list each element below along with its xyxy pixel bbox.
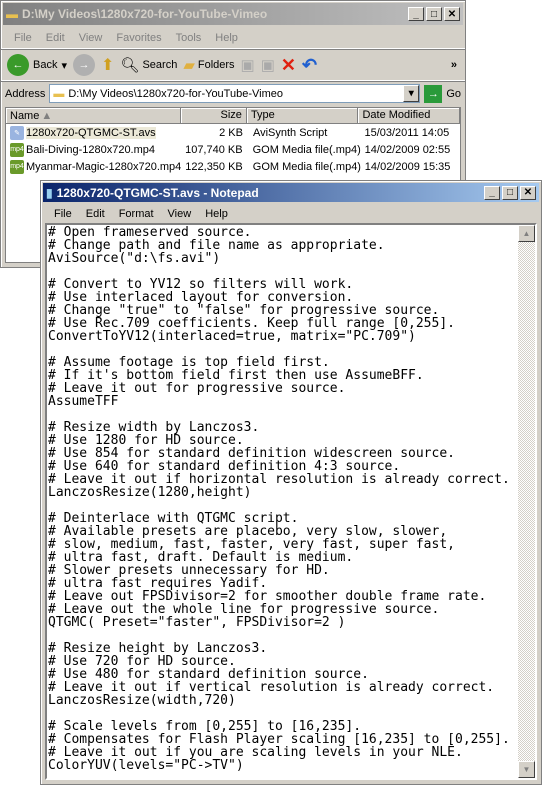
minimize-button[interactable]: _ [484,185,500,200]
folders-button[interactable]: ▰ Folders [183,56,234,74]
column-size[interactable]: Size [181,108,247,124]
search-label: Search [142,59,178,71]
column-type[interactable]: Type [246,108,359,124]
minimize-button[interactable]: _ [408,7,424,21]
file-type: AviSynth Script [252,126,328,139]
file-size: 107,740 KB [185,143,243,156]
copy-to-icon[interactable]: ▣ [261,56,275,74]
column-label: Name [10,109,40,122]
go-label: Go [446,87,461,100]
move-to-icon[interactable]: ▣ [241,56,255,74]
scroll-up-button[interactable]: ▲ [518,225,535,242]
close-button[interactable]: ✕ [444,7,460,21]
file-row[interactable]: ✎ 1280x720-QTGMC-ST.avs 2 KB AviSynth Scr… [6,124,460,141]
explorer-title-bar[interactable]: ▬ D:\My Videos\1280x720-for-YouTube-Vime… [3,3,463,25]
file-date: 15/03/2011 14:05 [364,126,450,139]
menu-file[interactable]: File [7,32,39,44]
column-name[interactable]: Name ▲ [6,108,182,124]
file-size: 122,350 KB [185,160,243,173]
mp4-icon: mp4 [10,142,24,157]
list-header: Name ▲ Size Type Date Modified [6,108,461,124]
column-date[interactable]: Date Modified [358,108,461,124]
notepad-title-bar[interactable]: ▮ 1280x720-QTGMC-ST.avs - Notepad _ □ ✕ [43,183,539,202]
address-input[interactable]: ▬ D:\My Videos\1280x720-for-YouTube-Vimeo… [49,84,421,103]
file-type: GOM Media file(.mp4) [252,143,361,156]
file-name: Bali-Diving-1280x720.mp4 [26,143,156,156]
menu-format[interactable]: Format [112,208,161,220]
delete-icon[interactable]: ✕ [281,55,296,76]
folders-icon: ▰ [183,57,195,74]
file-date: 14/02/2009 02:55 [364,143,451,156]
address-label: Address [5,87,46,100]
forward-button[interactable]: → [73,54,95,76]
more-chevron[interactable]: » [451,59,457,71]
close-button[interactable]: ✕ [520,185,536,200]
window-title: D:\My Videos\1280x720-for-YouTube-Vimeo [22,7,268,21]
menu-bar: File Edit View Favorites Tools Help [1,27,465,49]
file-row[interactable]: mp4 Myanmar-Magic-1280x720.mp4 122,350 KB… [6,158,460,175]
address-dropdown[interactable]: ▾ [403,85,420,102]
menu-view[interactable]: View [161,208,199,220]
back-label: Back [33,59,58,71]
menu-file[interactable]: File [47,208,79,220]
file-size: 2 KB [219,126,243,139]
maximize-button[interactable]: □ [502,185,518,200]
go-arrow-icon: → [424,84,443,103]
menu-view[interactable]: View [72,32,110,44]
up-folder-icon[interactable]: ⬆ [101,55,114,75]
address-bar: Address ▬ D:\My Videos\1280x720-for-YouTu… [1,81,465,105]
toolbar: ← Back ▾ → ⬆ 🔍︎ Search ▰ Folders ▣ ▣ ✕ ↶ » [1,49,465,81]
menu-help[interactable]: Help [198,208,235,220]
file-type: GOM Media file(.mp4) [252,160,361,173]
menu-favorites[interactable]: Favorites [109,32,168,44]
text-editor[interactable]: # Open frameserved source. # Change path… [45,223,537,780]
back-button[interactable]: ← Back ▾ [7,54,67,76]
folders-label: Folders [197,59,235,71]
menu-bar: File Edit Format View Help [41,204,541,223]
address-value: D:\My Videos\1280x720-for-YouTube-Vimeo [68,87,283,100]
file-row[interactable]: mp4 Bali-Diving-1280x720.mp4 107,740 KB G… [6,141,460,158]
script-text[interactable]: # Open frameserved source. # Change path… [47,225,517,778]
script-icon: ✎ [10,125,24,140]
search-button[interactable]: 🔍︎ Search [120,56,177,74]
scroll-down-button[interactable]: ▼ [518,761,535,778]
search-icon: 🔍︎ [120,57,140,74]
undo-icon[interactable]: ↶ [302,55,317,76]
maximize-button[interactable]: □ [426,7,442,21]
file-date: 14/02/2009 15:35 [364,160,451,173]
menu-edit[interactable]: Edit [39,32,72,44]
menu-help[interactable]: Help [208,32,245,44]
mp4-icon: mp4 [10,159,24,174]
notepad-icon: ▮ [46,185,53,200]
folder-icon: ▬ [6,7,18,21]
menu-edit[interactable]: Edit [79,208,112,220]
folder-icon: ▬ [53,87,65,100]
go-button[interactable]: → Go [424,84,461,103]
vertical-scrollbar[interactable]: ▲ ▼ [518,225,535,778]
file-name: 1280x720-QTGMC-ST.avs [26,126,156,139]
notepad-window: ▮ 1280x720-QTGMC-ST.avs - Notepad _ □ ✕ … [40,180,542,785]
file-name: Myanmar-Magic-1280x720.mp4 [26,160,182,173]
sort-up-icon: ▲ [41,109,53,122]
menu-tools[interactable]: Tools [169,32,209,44]
back-arrow-icon: ← [7,54,29,76]
window-title: 1280x720-QTGMC-ST.avs - Notepad [56,185,259,200]
